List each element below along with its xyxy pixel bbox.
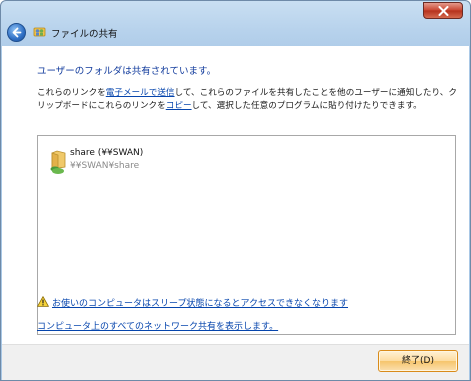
window-title: ファイルの共有 (51, 29, 118, 40)
copy-link[interactable]: コピー (166, 101, 192, 111)
title-bar (1, 1, 470, 23)
share-description: これらのリンクを電子メールで送信して、これらのファイルを共有したことを他のユーザ… (37, 87, 457, 113)
navigation-bar: ファイルの共有 (1, 23, 470, 43)
finish-button[interactable]: 終了(D) (378, 350, 458, 372)
file-sharing-dialog: ファイルの共有 ユーザーのフォルダは共有されています。 これらのリンクを電子メー… (0, 0, 471, 381)
show-all-shares-link[interactable]: コンピュータ上のすべてのネットワーク共有を表示します。 (37, 319, 278, 332)
file-sharing-icon (33, 27, 46, 37)
share-path: ¥¥SWAN¥share (70, 161, 140, 171)
email-link[interactable]: 電子メールで送信 (106, 88, 175, 98)
close-icon (438, 6, 449, 16)
shared-folder-icon (50, 150, 66, 174)
description-text-1: これらのリンクを (37, 88, 106, 98)
warning-icon (37, 296, 49, 307)
dialog-footer: 終了(D) (2, 344, 469, 380)
sleep-warning-link[interactable]: お使いのコンピュータはスリープ状態になるとアクセスできなくなります (52, 296, 348, 309)
close-button[interactable] (423, 2, 463, 19)
share-list-item[interactable]: share (¥¥SWAN) ¥¥SWAN¥share (50, 146, 250, 178)
back-arrow-icon (12, 27, 22, 38)
back-button[interactable] (7, 23, 26, 42)
description-text-3: して、選択した任意のプログラムに貼り付けたりできます。 (191, 101, 422, 111)
dialog-content: ユーザーのフォルダは共有されています。 これらのリンクを電子メールで送信して、こ… (2, 46, 469, 344)
shared-heading: ユーザーのフォルダは共有されています。 (37, 66, 217, 77)
share-name: share (¥¥SWAN) (70, 148, 144, 158)
